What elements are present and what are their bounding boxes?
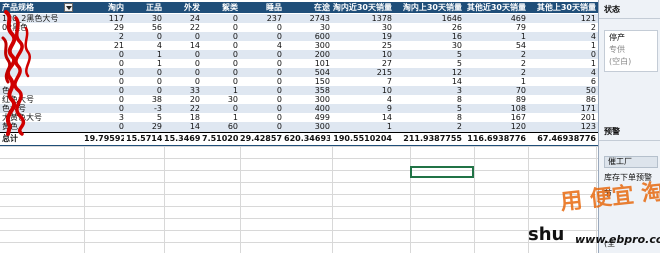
watermark-url: www.ebpro.com bbox=[575, 233, 660, 246]
gridline bbox=[240, 146, 241, 253]
totals-cell[interactable]: 116.6938776 bbox=[464, 133, 526, 145]
table-cell[interactable]: 14 bbox=[164, 122, 200, 132]
gridline bbox=[0, 218, 598, 219]
table-row[interactable]: 黄色 0 29 14 60 0 300 1 2 120 123 bbox=[0, 122, 598, 132]
gridline bbox=[0, 146, 598, 147]
gridline bbox=[332, 146, 333, 253]
totals-cell[interactable]: 67.46938776 bbox=[528, 133, 596, 145]
column-header[interactable]: 其他近30天销量 bbox=[464, 2, 526, 13]
table-cell[interactable]: 1 bbox=[332, 122, 392, 132]
column-header[interactable]: 絮类 bbox=[202, 2, 238, 13]
column-header[interactable]: 淘内 bbox=[84, 2, 124, 13]
column-header[interactable]: 淘内近30天销量 bbox=[332, 2, 392, 13]
filter-pane: 状态 停产 专供 (空白) 预警 催工厂 库存下单预警 节 (全 bbox=[598, 0, 660, 253]
pane-divider bbox=[599, 140, 660, 141]
gridline bbox=[0, 158, 598, 159]
totals-cell[interactable]: 29.42857 bbox=[240, 133, 282, 145]
totals-cell[interactable]: 15.57143 bbox=[126, 133, 162, 145]
gridline bbox=[0, 230, 598, 231]
gridline bbox=[410, 146, 411, 253]
column-header[interactable]: 其他上30天销量 bbox=[528, 2, 596, 13]
gridline bbox=[0, 206, 598, 207]
filter-dropdown-icon[interactable] bbox=[64, 3, 73, 12]
empty-grid[interactable] bbox=[0, 146, 598, 253]
column-header[interactable]: 外发 bbox=[164, 2, 200, 13]
pane-divider bbox=[599, 18, 660, 19]
gridline bbox=[0, 182, 598, 183]
table-cell[interactable]: 300 bbox=[284, 122, 330, 132]
table-cell[interactable]: 60 bbox=[202, 122, 238, 132]
pane-title: 状态 bbox=[604, 5, 620, 14]
gridline bbox=[84, 146, 85, 253]
column-header[interactable]: 正品 bbox=[126, 2, 162, 13]
table-cell[interactable]: 0 bbox=[84, 122, 124, 132]
filter-item-2[interactable]: (空白) bbox=[609, 56, 631, 67]
gridline bbox=[164, 146, 165, 253]
column-header[interactable]: 在途 bbox=[284, 2, 330, 13]
gridline bbox=[0, 242, 598, 243]
totals-cell[interactable]: 19.79592 bbox=[84, 133, 124, 145]
totals-row: 总计 19.7959215.5714315.346947.51020429.428… bbox=[0, 132, 598, 147]
column-header[interactable]: 淘内上30天销量 bbox=[394, 2, 462, 13]
spreadsheet[interactable]: 产品规格 淘内 正品 外发 絮类 睡品 在途 淘内近30天销量 淘内上30天销量 其他近30天销量… bbox=[0, 0, 598, 253]
totals-cell[interactable]: 620.346939 bbox=[284, 133, 330, 145]
filter-button[interactable]: 催工厂 bbox=[604, 156, 658, 168]
table-cell[interactable]: 120 bbox=[464, 122, 526, 132]
pane-section-label: 预警 bbox=[604, 127, 620, 136]
gridline bbox=[474, 146, 475, 253]
header-row: 产品规格 淘内 正品 外发 絮类 睡品 在途 淘内近30天销量 淘内上30天销量 其他近30天销量… bbox=[0, 2, 598, 13]
filter-item-0[interactable]: 停产 bbox=[609, 32, 625, 43]
totals-cell[interactable]: 7.510204 bbox=[202, 133, 238, 145]
gridline bbox=[0, 194, 598, 195]
totals-cell[interactable]: 190.5510204 bbox=[332, 133, 392, 145]
filter-item-1[interactable]: 专供 bbox=[609, 44, 625, 55]
filter-list[interactable]: 停产 专供 (空白) bbox=[604, 30, 658, 72]
totals-label[interactable]: 总计 bbox=[2, 133, 80, 145]
table-cell[interactable]: 123 bbox=[528, 122, 596, 132]
table-cell[interactable]: 黄色 bbox=[2, 122, 80, 132]
totals-cell[interactable]: 211.9387755 bbox=[394, 133, 462, 145]
active-cell[interactable] bbox=[410, 166, 474, 178]
table-cell[interactable]: 29 bbox=[126, 122, 162, 132]
table-cell[interactable]: 0 bbox=[240, 122, 282, 132]
column-header[interactable]: 睡品 bbox=[240, 2, 282, 13]
gridline bbox=[0, 170, 598, 171]
watermark-text: shu bbox=[528, 224, 565, 245]
totals-cell[interactable]: 15.34694 bbox=[164, 133, 200, 145]
table-cell[interactable]: 2 bbox=[394, 122, 462, 132]
